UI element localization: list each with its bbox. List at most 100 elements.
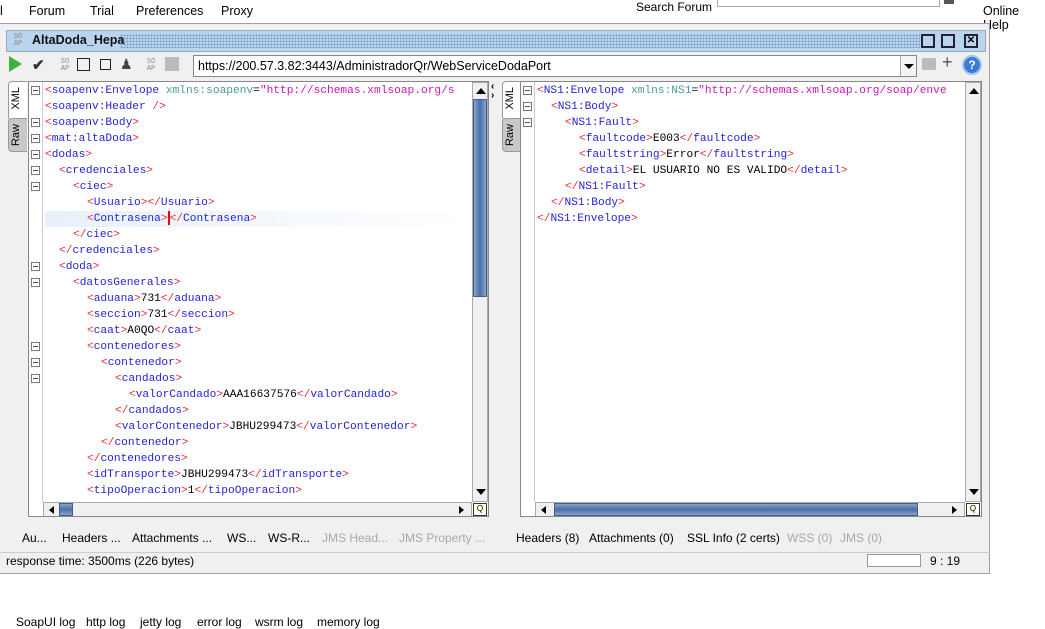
xml-line: <dodas> (45, 147, 92, 163)
menu-forum[interactable]: Forum (29, 4, 65, 18)
play-icon[interactable] (9, 56, 25, 72)
xml-token-br: </ (169, 213, 184, 225)
detach-icon[interactable] (921, 34, 935, 48)
tab-response-4[interactable]: JMS (0) (840, 531, 882, 545)
refresh-icon[interactable] (77, 58, 90, 71)
splitter-arrows-icon[interactable]: ‹ › (491, 82, 494, 101)
menu-preferences[interactable]: Preferences (136, 4, 203, 18)
xml-token-br: < (59, 165, 66, 177)
tab-request-xml[interactable]: XML (8, 81, 27, 121)
menu-proxy[interactable]: Proxy (221, 4, 253, 18)
response-horizontal-scrollbar[interactable] (535, 502, 965, 516)
xml-token-br: </ (565, 181, 579, 193)
tab-response-2[interactable]: SSL Info (2 certs) (687, 531, 780, 545)
xml-token-tg: seccion (181, 309, 229, 321)
request-xml-editor[interactable]: <soapenv:Envelope xmlns:soapenv="http://… (28, 81, 489, 517)
tab-request-4[interactable]: WS-R... (268, 531, 310, 545)
xml-token-tg: NS1:Envelope (550, 213, 632, 225)
xml-token-br: > (787, 149, 794, 161)
submit-check-icon[interactable]: ✔ (32, 56, 48, 74)
collapse-icon[interactable] (31, 134, 40, 143)
xml-token-eq: = (253, 85, 260, 97)
menu-item[interactable]: l (0, 4, 3, 18)
tab-request-2[interactable]: Attachments ... (132, 531, 212, 545)
xml-token-tg: caat (167, 325, 195, 337)
xml-token-br: </ (167, 309, 182, 321)
log-tab[interactable]: memory log (317, 615, 380, 629)
collapse-icon[interactable] (31, 262, 40, 271)
xml-token-tg: Contrasena (93, 213, 161, 225)
collapse-icon[interactable] (31, 358, 40, 367)
xml-line: <NS1:Body> (551, 99, 618, 115)
tab-request-1[interactable]: Headers ... (62, 531, 121, 545)
collapse-icon[interactable] (31, 342, 40, 351)
zoom-icon[interactable]: Q (966, 503, 980, 516)
collapse-icon[interactable] (31, 278, 40, 287)
xml-line: <valorContenedor>JBHU299473</valorConten… (115, 419, 417, 435)
collapse-icon[interactable] (31, 374, 40, 383)
xml-token-tx: 731 (140, 293, 161, 305)
add-icon[interactable]: + (942, 52, 953, 73)
endpoint-url-input[interactable]: https://200.57.3.82:3443/AdministradorQr… (193, 55, 917, 77)
collapse-icon[interactable] (31, 166, 40, 175)
search-forum-input[interactable] (717, 0, 940, 7)
xml-token-tg: detail (800, 165, 841, 177)
tab-request-5[interactable]: JMS Head... (322, 531, 388, 545)
help-icon[interactable]: ? (962, 55, 982, 75)
xml-token-br: > (174, 341, 182, 353)
collapse-icon[interactable] (523, 86, 532, 95)
tab-response-1[interactable]: Attachments (0) (589, 531, 674, 545)
tab-request-3[interactable]: WS... (227, 531, 256, 545)
log-tab[interactable]: error log (197, 615, 242, 629)
online-help-link[interactable]: Online Help (983, 4, 1045, 32)
progress-box (867, 554, 921, 567)
tab-response-raw[interactable]: Raw (502, 118, 521, 152)
tab-request-raw[interactable]: Raw (8, 118, 27, 152)
xml-token-tg: ciec (86, 229, 114, 241)
xml-line: <valorCandado>AAA16637576</valorCandado> (129, 387, 398, 403)
log-tab[interactable]: http log (86, 615, 125, 629)
tab-request-6[interactable]: JMS Property ... (399, 531, 485, 545)
tab-response-xml[interactable]: XML (502, 81, 521, 121)
title-bar-grip[interactable] (120, 34, 920, 48)
stamp-icon[interactable]: ♟ (120, 56, 136, 72)
xml-token-br: > (85, 149, 93, 161)
tab-request-0[interactable]: Au... (22, 531, 47, 545)
xml-token-tx: E003 (652, 133, 680, 145)
log-tab[interactable]: jetty log (140, 615, 181, 629)
xml-token-tg: contenedores (93, 341, 175, 353)
zoom-icon[interactable]: Q (473, 503, 487, 516)
edit-endpoint-icon[interactable] (922, 58, 936, 70)
xml-token-br: > (295, 485, 302, 497)
log-tab[interactable]: wsrm log (255, 615, 303, 629)
xml-token-av: "http://schemas.xmlsoap.org/s (259, 85, 455, 97)
tab-response-0[interactable]: Headers (8) (516, 531, 579, 545)
collapse-icon[interactable] (31, 86, 40, 95)
tab-response-3[interactable]: WSS (0) (787, 531, 832, 545)
collapse-icon[interactable] (31, 182, 40, 191)
stop-icon[interactable] (100, 59, 111, 70)
maximize-icon[interactable] (941, 34, 955, 48)
xml-token-tg: credenciales (65, 165, 147, 177)
request-vertical-scrollbar[interactable] (472, 82, 488, 502)
soap-icon[interactable]: SO AP (143, 59, 159, 75)
xml-token-br: </ (248, 469, 262, 481)
response-xml-editor[interactable]: <NS1:Envelope xmlns:NS1="http://schemas.… (520, 81, 982, 517)
square-icon[interactable] (165, 57, 179, 71)
response-vertical-scrollbar[interactable] (965, 82, 981, 502)
log-tab[interactable]: SoapUI log (16, 615, 75, 629)
collapse-icon[interactable] (31, 118, 40, 127)
xml-token-br: > (106, 181, 114, 193)
xml-token-tx: JBHU299473 (181, 469, 249, 481)
url-dropdown-button[interactable] (900, 56, 916, 76)
soap-icon[interactable]: SO AP (57, 59, 73, 75)
menu-trial[interactable]: Trial (90, 4, 114, 18)
close-icon[interactable]: ✕ (964, 34, 978, 48)
collapse-icon[interactable] (31, 150, 40, 159)
xml-token-br: > (214, 293, 222, 305)
request-horizontal-scrollbar[interactable] (43, 502, 472, 516)
title-bar: SO AP ✕ (6, 30, 986, 52)
search-icon[interactable] (944, 0, 954, 4)
collapse-icon[interactable] (523, 102, 532, 111)
collapse-icon[interactable] (523, 118, 532, 127)
